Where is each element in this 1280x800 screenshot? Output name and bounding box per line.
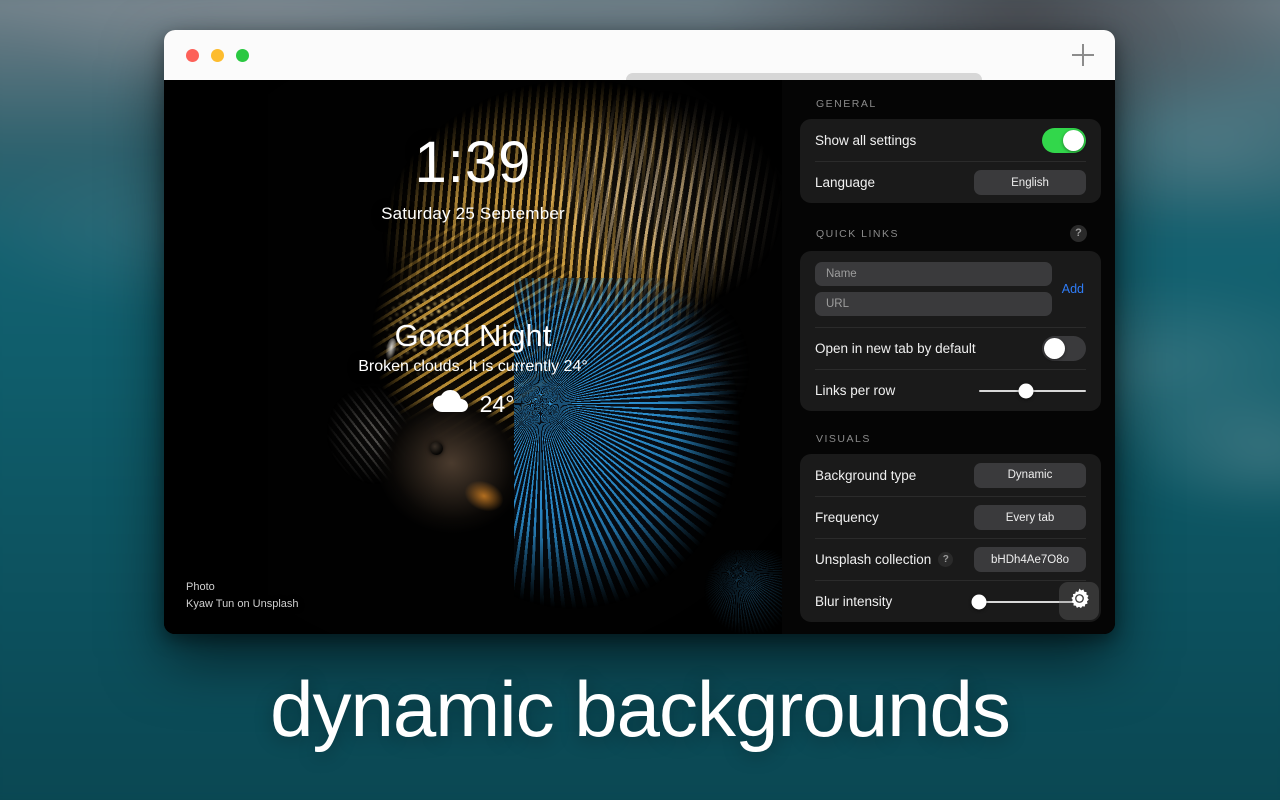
- section-header-visuals: VISUALS: [816, 433, 1101, 445]
- settings-gear-button[interactable]: [1059, 582, 1099, 620]
- show-all-settings-toggle[interactable]: [1042, 128, 1086, 153]
- quick-link-add-button[interactable]: Add: [1062, 282, 1086, 296]
- photo-credit-title: Photo: [186, 579, 299, 596]
- show-all-settings-label: Show all settings: [815, 133, 916, 148]
- blur-intensity-label: Blur intensity: [815, 594, 892, 609]
- background-type-label: Background type: [815, 468, 916, 483]
- browser-window: 1:39 Saturday 25 September Good Night Br…: [164, 30, 1115, 634]
- cloud-icon: [432, 390, 469, 419]
- links-per-row-label: Links per row: [815, 383, 895, 398]
- toggle-knob: [1044, 338, 1065, 359]
- quick-link-name-input[interactable]: [815, 262, 1052, 286]
- language-label: Language: [815, 175, 875, 190]
- general-card: Show all settings Language English: [800, 119, 1101, 203]
- unsplash-collection-label: Unsplash collection?: [815, 552, 953, 568]
- section-header-general: GENERAL: [816, 98, 1101, 110]
- quick-links-form: Add: [815, 251, 1086, 327]
- row-show-all-settings[interactable]: Show all settings: [815, 119, 1086, 161]
- row-language[interactable]: Language English: [815, 161, 1086, 203]
- section-title-label: GENERAL: [816, 98, 877, 110]
- marketing-caption: dynamic backgrounds: [0, 664, 1280, 755]
- row-open-in-new-tab[interactable]: Open in new tab by default: [815, 327, 1086, 369]
- background-type-select[interactable]: Dynamic: [974, 463, 1086, 488]
- slider-thumb[interactable]: [972, 594, 987, 609]
- row-unsplash-collection[interactable]: Unsplash collection? bHDh4Ae7O8o: [815, 538, 1086, 580]
- minimize-window-button[interactable]: [211, 49, 224, 62]
- frequency-select[interactable]: Every tab: [974, 505, 1086, 530]
- gear-icon: [1068, 587, 1091, 615]
- unsplash-collection-help-icon[interactable]: ?: [938, 552, 953, 567]
- window-titlebar: [164, 30, 1115, 80]
- weather-description: Broken clouds. It is currently 24°: [164, 358, 782, 376]
- photo-credit[interactable]: Photo Kyaw Tun on Unsplash: [186, 579, 299, 612]
- greeting-text: Good Night: [164, 318, 782, 354]
- links-per-row-slider[interactable]: [979, 381, 1086, 401]
- row-links-per-row[interactable]: Links per row: [815, 369, 1086, 411]
- open-in-new-tab-toggle[interactable]: [1042, 336, 1086, 361]
- clock-time: 1:39: [164, 134, 782, 192]
- visuals-card: Background type Dynamic Frequency Every …: [800, 454, 1101, 622]
- quick-link-url-input[interactable]: [815, 292, 1052, 316]
- language-select[interactable]: English: [974, 170, 1086, 195]
- section-title-label: QUICK LINKS: [816, 228, 899, 240]
- section-header-quick-links: QUICK LINKS ?: [816, 225, 1101, 242]
- toggle-knob: [1063, 130, 1084, 151]
- section-title-label: VISUALS: [816, 433, 871, 445]
- unsplash-collection-input[interactable]: bHDh4Ae7O8o: [974, 547, 1086, 572]
- clock-date: Saturday 25 September: [164, 204, 782, 224]
- frequency-label: Frequency: [815, 510, 879, 525]
- settings-panel: GENERAL Show all settings Language Engli…: [782, 80, 1115, 634]
- row-blur-intensity[interactable]: Blur intensity: [815, 580, 1086, 622]
- unsplash-collection-text: Unsplash collection: [815, 552, 931, 567]
- new-tab-page: 1:39 Saturday 25 September Good Night Br…: [164, 80, 782, 634]
- open-in-new-tab-label: Open in new tab by default: [815, 341, 976, 356]
- photo-credit-author: Kyaw Tun on Unsplash: [186, 596, 299, 613]
- row-background-type[interactable]: Background type Dynamic: [815, 454, 1086, 496]
- traffic-lights: [186, 49, 249, 62]
- weather-temperature: 24°: [480, 391, 515, 418]
- weather-widget: 24°: [164, 390, 782, 419]
- quick-links-card: Add Open in new tab by default Links per…: [800, 251, 1101, 411]
- new-tab-button[interactable]: [1069, 41, 1097, 69]
- window-content: 1:39 Saturday 25 September Good Night Br…: [164, 80, 1115, 634]
- new-tab-overlay: 1:39 Saturday 25 September Good Night Br…: [164, 80, 782, 634]
- slider-thumb[interactable]: [1019, 383, 1034, 398]
- quick-links-fields: [815, 262, 1052, 316]
- close-window-button[interactable]: [186, 49, 199, 62]
- maximize-window-button[interactable]: [236, 49, 249, 62]
- row-frequency[interactable]: Frequency Every tab: [815, 496, 1086, 538]
- quick-links-help-icon[interactable]: ?: [1070, 225, 1087, 242]
